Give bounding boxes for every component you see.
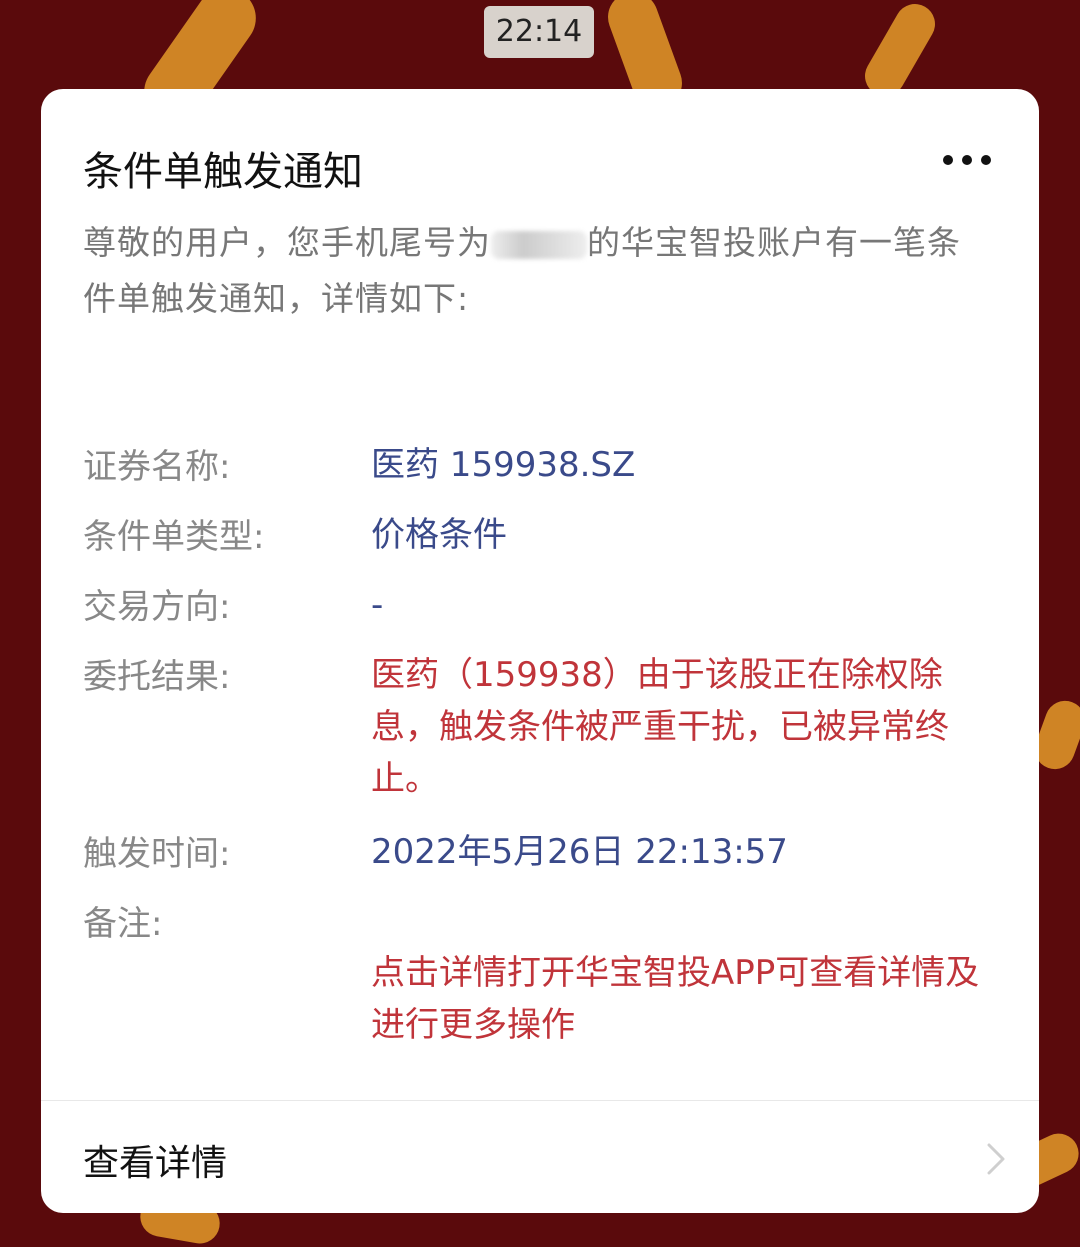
divider — [41, 1100, 1039, 1101]
redacted-phone-tail — [491, 230, 587, 259]
status-time: 22:14 — [484, 6, 594, 58]
field-value-trade-direction: - — [371, 585, 384, 625]
notification-card: 条件单触发通知 尊敬的用户，您手机尾号为 的华宝智投账户有一笔条件单触发通知，详情… — [41, 89, 1039, 1213]
field-label-trigger-time: 触发时间: — [83, 834, 231, 874]
intro-text-before: 尊敬的用户，您手机尾号为 — [83, 223, 491, 262]
field-label-security-name: 证券名称: — [83, 447, 231, 487]
field-label-order-type: 条件单类型: — [83, 517, 265, 557]
field-label-trade-direction: 交易方向: — [83, 587, 231, 627]
field-value-security-name: 医药 159938.SZ — [371, 445, 636, 485]
field-value-order-result: 医药（159938）由于该股正在除权除息，触发条件被严重干扰，已被异常终止。 — [371, 655, 949, 799]
view-details-link[interactable]: 查看详情 — [83, 1134, 227, 1186]
field-label-remarks: 备注: — [83, 904, 163, 944]
field-value-trigger-time: 2022年5月26日 22:13:57 — [371, 832, 788, 872]
more-horizontal-icon[interactable] — [943, 153, 991, 167]
notification-title: 条件单触发通知 — [83, 149, 363, 195]
background-decoration — [857, 0, 943, 104]
chevron-right-icon[interactable] — [981, 1139, 1011, 1179]
notification-intro: 尊敬的用户，您手机尾号为 的华宝智投账户有一笔条件单触发通知，详情如下: — [83, 215, 983, 327]
field-value-order-type: 价格条件 — [371, 515, 507, 555]
field-value-remarks: 点击详情打开华宝智投APP可查看详情及进行更多操作 — [371, 953, 980, 1045]
field-label-order-result: 委托结果: — [83, 657, 231, 697]
